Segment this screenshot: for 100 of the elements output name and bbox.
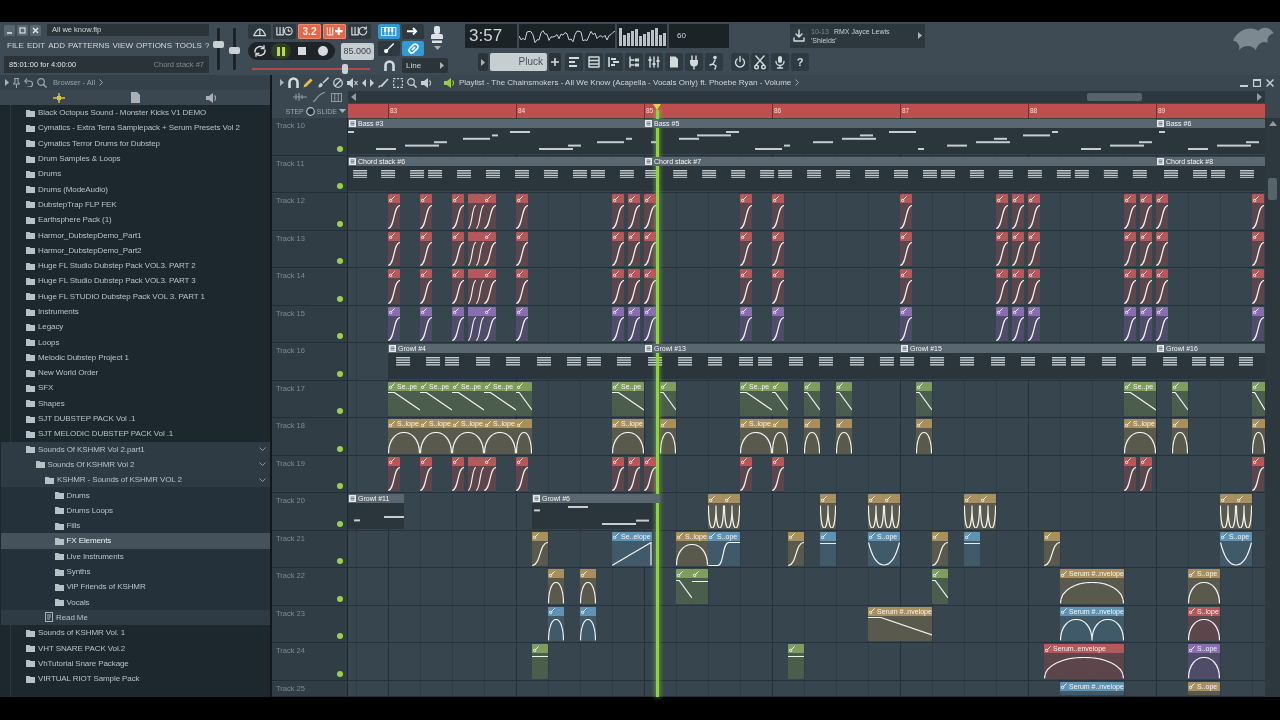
automation-clip[interactable] [420,269,432,304]
waveform-icon[interactable] [293,93,307,101]
automation-clip[interactable] [1252,306,1264,341]
menu-item[interactable]: TOOLS [175,40,202,50]
automation-clip[interactable] [484,269,496,304]
automation-clip[interactable] [468,269,476,304]
toggle-button[interactable] [378,41,400,56]
pin-icon[interactable] [13,77,20,88]
automation-clip[interactable] [916,419,932,454]
plug-icon[interactable] [685,53,703,71]
automation-clip[interactable] [420,456,432,491]
automation-clip[interactable] [1140,194,1152,229]
automation-clip[interactable] [580,606,596,641]
browser-item[interactable]: DubstepTrap FLP FEK [1,196,270,213]
menu-item[interactable]: VIEW [112,40,133,50]
browser-item[interactable]: Loops [1,334,270,350]
document-icon[interactable] [131,92,140,103]
led-icon[interactable] [337,258,343,264]
toggle-button[interactable] [348,24,371,39]
automation-clip[interactable] [388,231,400,266]
menu-item[interactable]: ADD [48,40,66,50]
automation-clip[interactable] [1012,269,1024,304]
undo-icon[interactable] [24,78,33,87]
microphone-icon[interactable] [771,53,789,71]
automation-clip[interactable] [1252,456,1264,491]
automation-clip[interactable] [772,306,784,341]
browser-item[interactable]: VhTutorial Snare Package [1,655,270,671]
automation-clip[interactable] [1028,269,1040,304]
caret-icon[interactable] [433,46,441,50]
automation-clip[interactable] [660,381,676,416]
browser-item[interactable]: Sounds Of KSHMR Vol 2.part1 [1,441,270,457]
browser-item[interactable]: VIRTUAL RIOT Sample Pack [1,671,270,687]
speaker-icon[interactable] [206,92,217,103]
browser-item[interactable]: Harmor_DubstepDemo_Part1 [1,227,270,243]
slider-thumb[interactable] [213,41,224,49]
automation-clip[interactable] [532,531,548,566]
speaker-icon[interactable] [444,77,455,88]
automation-clip[interactable] [628,194,640,229]
vertical-scrollbar[interactable] [1265,118,1280,697]
automation-clip[interactable] [772,269,784,304]
tempo-field[interactable]: 85.000 [341,42,374,60]
automation-clip[interactable] [1028,194,1040,229]
led-icon[interactable] [337,333,343,339]
caret-icon[interactable] [339,109,346,113]
scroll-thumb[interactable] [1268,178,1277,200]
automation-clip[interactable] [452,194,464,229]
automation-clip[interactable] [804,381,820,416]
caret-icon[interactable] [280,79,284,86]
speaker-icon[interactable] [421,77,432,88]
led-icon[interactable] [337,370,343,377]
automation-clip[interactable] [388,194,400,229]
browser-item[interactable]: Huge FL Studio Dubstep Pack VOL3. PART 2 [1,257,270,274]
automation-clip[interactable] [452,231,464,266]
help-button[interactable]: ? [791,53,809,71]
automation-clip[interactable] [740,231,752,266]
menu-item[interactable]: FILE [7,40,24,50]
horizontal-scrollbar[interactable] [348,91,1265,103]
automation-clip[interactable] [1012,231,1024,266]
close-icon[interactable] [1266,78,1274,87]
knob-icon[interactable] [305,106,315,116]
automation-clip[interactable] [388,306,400,341]
browser-item[interactable]: VHT SNARE PACK Vol.2 [1,640,270,656]
keys-icon[interactable] [331,92,342,102]
automation-clip[interactable] [804,419,820,454]
automation-clip[interactable] [708,494,724,529]
automation-clip[interactable] [996,269,1008,304]
automation-clip[interactable] [788,644,804,679]
browser-item[interactable]: Cymatics - Extra Terra Samplepack + Serum Presets Vol 2 [1,120,270,136]
automation-clip[interactable] [916,381,932,416]
automation-clip[interactable] [836,381,852,416]
delete-icon[interactable] [333,77,343,88]
automation-clip[interactable] [772,194,784,229]
toggle-button[interactable] [323,24,346,39]
browser-item[interactable]: Melodic Dubstep Project 1 [1,349,270,366]
automation-clip[interactable] [772,419,788,454]
toggle-button[interactable] [402,41,424,56]
automation-clip[interactable] [628,269,640,304]
browser-item[interactable]: Black Octopus Sound - Monster Kicks V1 DEMO [1,105,270,121]
automation-clip[interactable] [740,269,752,304]
automation-clip[interactable] [724,494,740,529]
mute-icon[interactable] [347,77,358,88]
automation-clip[interactable] [516,194,528,229]
automation-clip[interactable] [468,306,476,341]
power-icon[interactable] [731,53,749,71]
automation-clip[interactable] [452,456,464,491]
led-icon[interactable] [337,183,343,189]
caret-icon[interactable] [918,32,922,39]
toggle-button[interactable] [248,24,271,39]
browser-item[interactable]: ViP Friends of KSHMR [1,579,270,595]
scroll-thumb[interactable] [1087,93,1142,101]
automation-clip[interactable] [388,456,400,491]
scissors-icon[interactable] [751,53,769,71]
browser-item[interactable]: Drums (ModeAudio) [1,181,270,197]
automation-clip[interactable] [1156,231,1168,266]
knife-icon[interactable] [378,77,389,88]
automation-clip[interactable] [612,269,624,304]
automation-clip[interactable] [580,569,596,604]
automation-clip[interactable] [484,306,496,341]
browser-item[interactable]: Sounds of KSHMR Vol. 1 [1,625,270,641]
automation-clip[interactable] [516,381,532,416]
